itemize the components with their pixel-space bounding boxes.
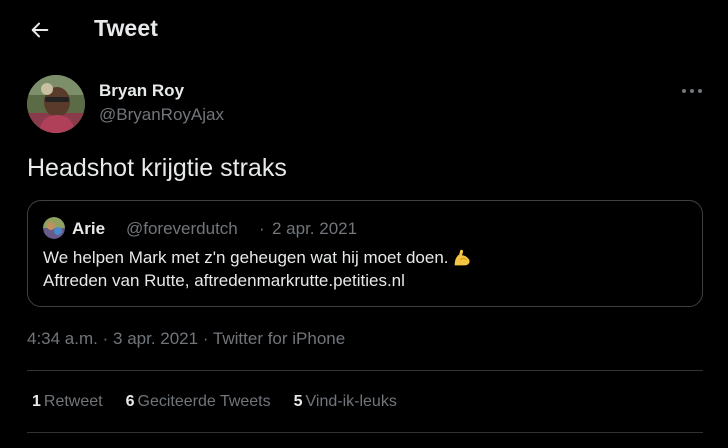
top-bar: Tweet [0,0,728,60]
retweets-stat[interactable]: 1 Retweet [32,393,103,411]
tweet-source[interactable]: Twitter for iPhone [213,329,345,348]
back-button[interactable] [26,14,54,46]
more-options-button[interactable] [682,84,702,98]
author-name[interactable]: Bryan Roy [99,81,184,101]
quote-author-handle[interactable]: @foreverdutch [126,219,238,239]
avatar-image [27,75,85,133]
timestamp[interactable]: 4:34 a.m. [27,329,98,348]
quote-author-name[interactable]: Arie [72,219,105,239]
tweet-text: Headshot krijgtie straks [27,154,287,182]
tweet-date[interactable]: 3 apr. 2021 [113,329,198,348]
quote-tweets-stat[interactable]: 6 Geciteerde Tweets [126,393,271,411]
quote-text-line: We helpen Mark met z'n geheugen wat hij … [43,247,473,269]
avatar[interactable] [27,75,85,133]
tweet-metadata: 4:34 a.m. · 3 apr. 2021 · Twitter for iP… [27,329,345,349]
likes-count: 5 [293,393,303,410]
page-title: Tweet [94,15,158,41]
divider [27,370,703,371]
quote-avatar-image [43,217,65,239]
likes-stat[interactable]: 5 Vind-ik-leuks [294,393,397,411]
author-handle[interactable]: @BryanRoyAjax [99,105,224,125]
quote-text-link: Aftreden van Rutte, aftredenmarkrutte.pe… [43,271,405,290]
more-horizontal-icon [682,89,686,93]
flexed-biceps-emoji [454,249,470,266]
arrow-left-icon [31,22,49,38]
retweets-label: Retweet [43,393,103,410]
divider [27,432,703,433]
quote-avatar[interactable] [43,217,65,239]
quote-tweets-label: Geciteerde Tweets [137,393,271,410]
retweets-count: 1 [32,393,41,410]
separator-dot: · [202,329,209,348]
quoted-tweet[interactable]: Arie @foreverdutch · 2 apr. 2021 We help… [27,200,703,307]
quote-date[interactable]: 2 apr. 2021 [272,219,357,239]
quote-text: We helpen Mark met z'n geheugen wat hij … [43,248,449,267]
separator-dot: · [102,329,109,348]
quote-tweets-count: 6 [125,393,135,410]
separator-dot: · [259,219,265,238]
engagement-stats: 1 Retweet 6 Geciteerde Tweets 5 Vind-ik-leu… [32,393,420,411]
likes-label: Vind-ik-leuks [305,393,397,410]
